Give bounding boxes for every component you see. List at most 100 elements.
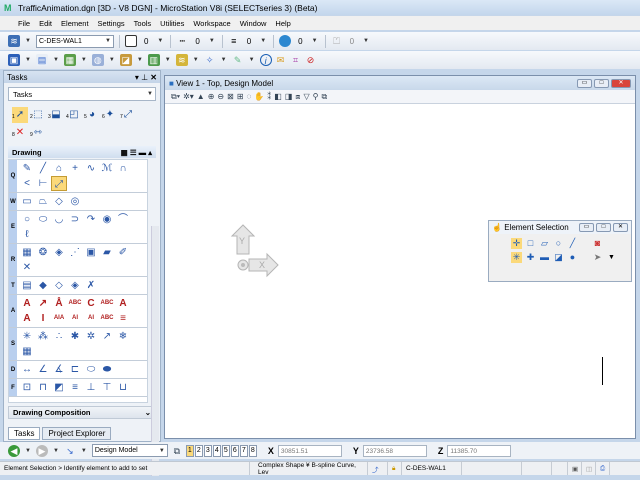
task-tool-3[interactable]: ⬓ 3 [48,107,64,123]
drawing-tool-icon[interactable]: ▤ [19,278,35,293]
drawing-tool-icon[interactable]: ∠ [35,362,51,377]
save-icon[interactable]: ▣ [568,462,582,475]
drawing-tool-icon[interactable]: ◎ [67,194,83,209]
task-tool-5[interactable]: ◕ 5 [84,107,100,123]
model-selector[interactable]: Design Model ▼ [91,444,168,457]
shape-select-icon[interactable]: ▱ [539,238,550,249]
drawing-tool-icon[interactable]: ✳ [19,329,35,344]
drawing-tool-icon[interactable]: ∴ [51,329,67,344]
drawing-tool-icon[interactable]: ⊓ [35,380,51,395]
task-tool-8[interactable]: ✕ 8 [12,125,28,141]
walk-icon[interactable]: ⁑ [267,92,271,101]
minimize-button[interactable]: ▭ [577,78,592,88]
drawing-tool-icon[interactable]: ABC [99,311,115,326]
cancel-icon[interactable]: ⊘ [305,54,317,66]
minimize-button[interactable]: ▭ [579,223,594,232]
drawing-tool-icon[interactable]: ⤢ [51,176,67,191]
drawing-tool-icon[interactable]: ◈ [67,278,83,293]
info-icon[interactable]: i [259,54,272,66]
copy-view-icon[interactable]: ⧉ [322,92,328,102]
z-coordinate[interactable]: 11385.70 [447,444,512,457]
pointer-tool-icon[interactable]: ↘ [64,445,76,457]
drawing-tool-icon[interactable]: ℓ [19,227,35,242]
close-button[interactable]: ✕ [611,78,631,88]
drawing-tool-icon[interactable]: ∿ [83,161,99,176]
line-weight-icon[interactable]: ≡ [228,35,240,47]
task-selector[interactable]: Tasks ▼ [8,87,156,101]
view-button-2[interactable]: 2 [194,444,203,457]
search-icon[interactable]: ✧ [204,54,216,66]
view-groups-icon[interactable]: ⧉ [171,445,183,457]
drawing-tool-icon[interactable]: ∡ [51,362,67,377]
view-button-5[interactable]: 5 [221,444,230,457]
task-tool-4[interactable]: ◰ 4 [66,107,82,123]
view-button-1[interactable]: 1 [185,444,194,457]
task-tool-7[interactable]: ⤢ 7 [120,107,136,123]
pan-view-icon[interactable]: ✋ [254,92,264,101]
menu-settings[interactable]: Settings [98,19,125,28]
drawing-tool-icon[interactable]: ⋰ [67,245,83,260]
drawing-tool-icon[interactable]: AI [67,311,83,326]
individual-select-icon[interactable]: ✛ [511,238,522,249]
menu-edit[interactable]: Edit [39,19,52,28]
drawing-tool-icon[interactable]: + [67,161,83,176]
fit-view-icon[interactable]: ⊞ [237,92,244,101]
menu-window[interactable]: Window [240,19,267,28]
drawing-tool-icon[interactable]: ▣ [83,245,99,260]
line-style-value[interactable]: 0 [195,37,199,46]
level-manager-icon[interactable]: ≋ [8,35,20,47]
drawing-tool-icon[interactable]: ABC [99,296,115,311]
drawing-tool-icon[interactable]: A [19,311,35,326]
add-mode-icon[interactable]: ✚ [525,252,536,263]
level-display-icon[interactable]: ≋ [175,54,188,66]
references-icon[interactable]: ▦ [63,54,76,66]
clip-volume-icon[interactable]: ⧈ [295,92,300,102]
menu-file[interactable]: File [18,19,30,28]
invert-mode-icon[interactable]: ◪ [553,252,564,263]
drawing-tool-icon[interactable]: ∩ [115,161,131,176]
drawing-tool-icon[interactable]: I [35,311,51,326]
drawing-tool-icon[interactable]: ℳ [99,161,115,176]
design-history-icon[interactable]: ◫ [582,462,596,475]
block-select-icon[interactable]: □ [525,238,536,249]
drawing-tool-icon[interactable]: ◇ [51,194,67,209]
color-value[interactable]: 0 [144,37,148,46]
drawing-tool-icon[interactable]: ✱ [67,329,83,344]
markup-icon[interactable]: ✎ [232,54,244,66]
print-icon[interactable]: ⎙ [596,462,610,475]
drawing-composition-header[interactable]: Drawing Composition ⌄ [8,406,156,419]
priority-icon[interactable]: ⏍ [331,35,343,47]
update-view-icon[interactable]: ▲ [197,92,205,101]
drawing-tool-icon[interactable]: ↗ [35,296,51,311]
drawing-tool-icon[interactable]: ◇ [51,278,67,293]
drawing-tool-icon[interactable]: ⬭ [83,362,99,377]
view-attributes-icon[interactable]: ⧉▾ [171,92,180,102]
display-style-icon[interactable]: ✲▾ [183,92,194,101]
drawing-tool-icon[interactable]: ▭ [19,194,35,209]
view-button-3[interactable]: 3 [203,444,212,457]
drawing-tool-icon[interactable]: ↷ [83,212,99,227]
drawing-tool-icon[interactable]: ⬬ [99,362,115,377]
drawing-tool-icon[interactable]: C [83,296,99,311]
panel-menu-icon[interactable]: ▾ [135,73,139,82]
drawing-tool-icon[interactable]: ✐ [115,245,131,260]
task-tool-2[interactable]: ⬚ 2 [30,107,46,123]
settings-icon[interactable]: ⌗ [290,54,302,66]
clip-mask-icon[interactable]: ▽ [303,92,309,101]
status-message[interactable]: Complex Shape ¥ B-spline Curve, Lev [250,462,368,476]
drawing-tool-icon[interactable]: ⊥ [83,380,99,395]
view-button-6[interactable]: 6 [230,444,239,457]
y-coordinate[interactable]: 23736.58 [362,444,427,457]
forward-icon[interactable]: ▶ [35,444,48,457]
tab-tasks[interactable]: Tasks [8,427,41,440]
drawing-tool-icon[interactable]: ⌂ [51,161,67,176]
maximize-button[interactable]: □ [594,78,609,88]
close-icon[interactable]: ✕ [150,73,157,82]
drawing-tool-icon[interactable]: ❂ [35,245,51,260]
back-icon[interactable]: ◀ [8,444,20,457]
menu-utilities[interactable]: Utilities [160,19,184,28]
drawing-tool-icon[interactable]: ○ [19,212,35,227]
drawing-tool-icon[interactable]: ▰ [99,245,115,260]
level-combo[interactable]: C-DES-WAL1 ▼ [35,34,114,48]
messages-icon[interactable]: ✉ [275,54,287,66]
